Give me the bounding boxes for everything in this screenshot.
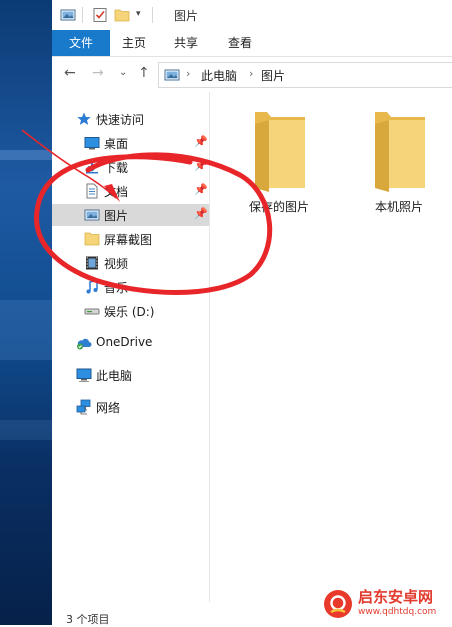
window-title: 图片 <box>174 9 199 23</box>
desktop-background <box>0 0 52 625</box>
folder-icon <box>84 232 100 246</box>
cloud-icon <box>77 338 92 350</box>
folder-item-saved-pictures[interactable]: 保存的图片 <box>229 102 329 222</box>
nav-item-downloads[interactable]: 下载 📌 <box>52 156 209 178</box>
back-arrow-icon[interactable]: ← <box>64 65 76 81</box>
desktop-light-streak <box>0 420 52 440</box>
nav-item-documents[interactable]: 文档 📌 <box>52 180 209 202</box>
title-separator <box>82 7 83 23</box>
tab-home[interactable]: 主页 <box>112 30 156 56</box>
nav-item-label: 网络 <box>96 401 121 415</box>
pictures-location-icon <box>164 69 180 81</box>
quick-access-dropdown-icon[interactable]: ▾ <box>136 9 141 19</box>
folder-item-camera-roll[interactable]: 本机照片 <box>349 102 449 222</box>
navigation-pane: 快速访问 桌面 📌 下载 📌 文档 📌 图片 📌 屏幕截图 视频 音乐 娱乐 (… <box>52 92 212 602</box>
nav-item-drive-d[interactable]: 娱乐 (D:) <box>52 300 209 322</box>
nav-item-music[interactable]: 音乐 <box>52 276 209 298</box>
pin-icon[interactable]: 📌 <box>194 183 208 196</box>
breadcrumb-this-pc[interactable]: 此电脑 <box>201 67 237 84</box>
nav-item-label: 文档 <box>104 185 129 199</box>
title-separator <box>152 7 153 23</box>
nav-item-label: 音乐 <box>104 281 129 295</box>
tab-view[interactable]: 查看 <box>218 30 262 56</box>
folder-label: 保存的图片 <box>248 200 309 214</box>
network-icon <box>76 399 91 415</box>
breadcrumb-chevron-icon[interactable]: › <box>186 67 190 80</box>
desktop-light-streak <box>0 150 52 160</box>
breadcrumb-chevron-icon[interactable]: › <box>249 67 253 80</box>
document-icon <box>86 183 98 199</box>
ribbon-tabs: 文件 主页 共享 查看 <box>52 30 452 57</box>
folder-icon <box>255 112 305 192</box>
computer-icon <box>76 368 92 382</box>
navigation-pane-divider[interactable] <box>209 92 210 602</box>
nav-item-label: 桌面 <box>104 137 129 151</box>
nav-item-label: 娱乐 (D:) <box>104 305 155 319</box>
desktop-icon <box>84 137 100 150</box>
video-icon <box>86 256 98 270</box>
download-icon <box>86 160 98 174</box>
nav-item-label: 快速访问 <box>96 113 145 127</box>
pin-icon[interactable]: 📌 <box>194 159 208 172</box>
title-bar: ▾ 图片 <box>52 0 452 30</box>
address-bar[interactable]: › 此电脑 › 图片 <box>158 62 452 88</box>
pin-icon[interactable]: 📌 <box>194 135 208 148</box>
nav-item-label: 此电脑 <box>96 369 133 383</box>
nav-item-label: 下载 <box>104 161 129 175</box>
nav-item-label: 图片 <box>104 209 129 223</box>
nav-item-label: 视频 <box>104 257 129 271</box>
file-explorer-window: ▾ 图片 文件 主页 共享 查看 ← → ⌄ ↑ › 此电脑 › 图片 快速访问… <box>52 0 452 626</box>
folder-label: 本机照片 <box>374 200 423 214</box>
navigation-bar: ← → ⌄ ↑ › 此电脑 › 图片 <box>52 57 452 91</box>
recent-locations-chevron-icon[interactable]: ⌄ <box>119 67 127 78</box>
nav-item-this-pc[interactable]: 此电脑 <box>52 364 209 386</box>
nav-item-quick-access[interactable]: 快速访问 <box>52 108 209 130</box>
nav-item-onedrive[interactable]: OneDrive <box>52 332 209 354</box>
folder-icon <box>375 112 425 192</box>
nav-item-screenshots[interactable]: 屏幕截图 <box>52 228 209 250</box>
music-icon <box>86 279 98 294</box>
watermark-url: www.qdhtdq.com <box>358 607 437 617</box>
nav-item-pictures[interactable]: 图片 📌 <box>52 204 209 226</box>
file-list: 保存的图片 本机照片 <box>213 92 452 602</box>
watermark: 启东安卓网 www.qdhtdq.com <box>322 586 450 622</box>
watermark-title: 启东安卓网 <box>358 588 434 606</box>
tab-share[interactable]: 共享 <box>164 30 208 56</box>
new-folder-icon[interactable] <box>114 7 130 23</box>
star-icon <box>77 112 91 125</box>
nav-item-videos[interactable]: 视频 <box>52 252 209 274</box>
nav-item-label: OneDrive <box>96 335 153 349</box>
up-arrow-icon[interactable]: ↑ <box>138 65 150 81</box>
desktop-light-streak <box>0 300 52 360</box>
breadcrumb-pictures[interactable]: 图片 <box>261 67 285 84</box>
pictures-icon <box>84 209 100 221</box>
watermark-logo-icon <box>324 590 352 618</box>
nav-item-label: 屏幕截图 <box>104 233 153 247</box>
properties-icon[interactable] <box>92 7 108 23</box>
tab-file[interactable]: 文件 <box>52 30 110 56</box>
drive-icon <box>84 308 100 315</box>
forward-arrow-icon[interactable]: → <box>92 65 104 81</box>
nav-item-desktop[interactable]: 桌面 📌 <box>52 132 209 154</box>
pictures-window-icon <box>60 9 76 21</box>
pin-icon[interactable]: 📌 <box>194 207 208 220</box>
nav-item-network[interactable]: 网络 <box>52 396 209 418</box>
